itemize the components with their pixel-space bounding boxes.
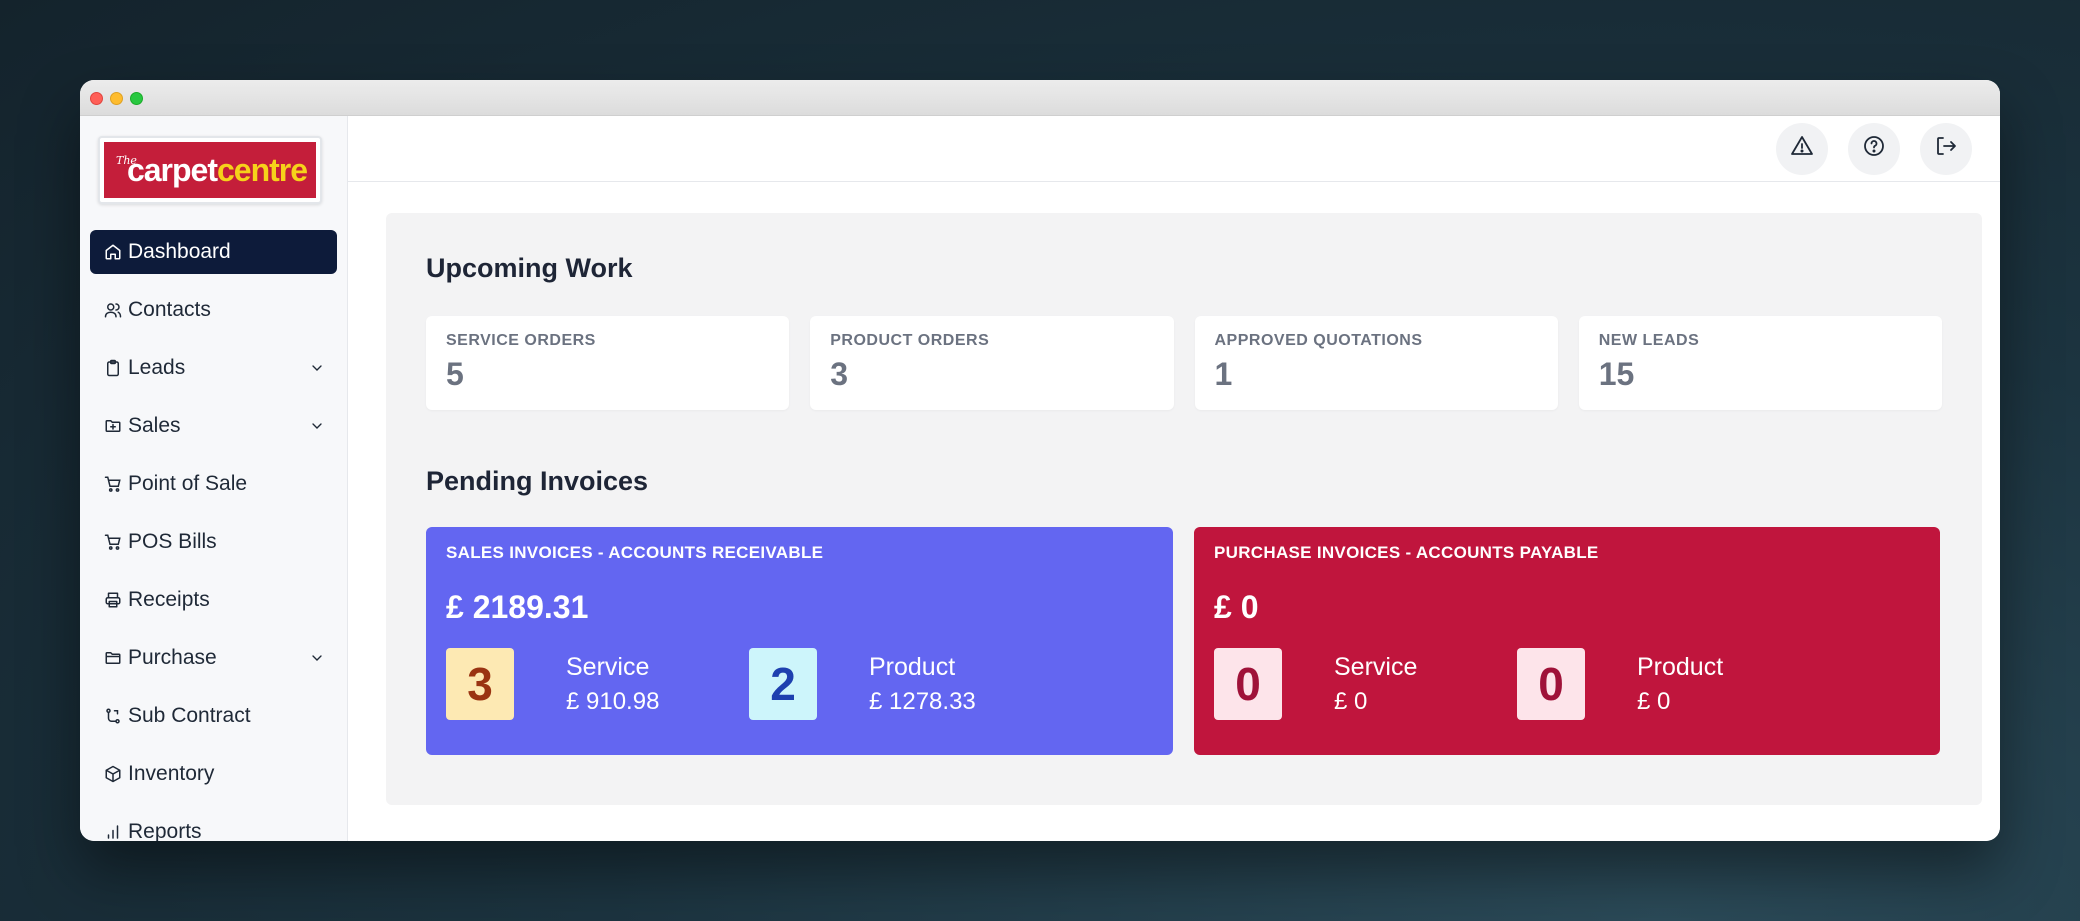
stat-card-service-orders[interactable]: SERVICE ORDERS 5 bbox=[426, 316, 790, 410]
sidebar-item-label: Point of Sale bbox=[128, 472, 248, 495]
home-icon bbox=[102, 241, 124, 263]
purchase-product-count: 0 bbox=[1517, 648, 1585, 720]
pending-invoices-title: Pending Invoices bbox=[426, 466, 649, 496]
stat-value: 3 bbox=[830, 356, 849, 392]
sidebar-item-label: POS Bills bbox=[128, 530, 217, 553]
sales-invoices-card[interactable]: SALES INVOICES - ACCOUNTS RECEIVABLE £ 2… bbox=[426, 527, 1173, 755]
top-bar bbox=[348, 116, 2000, 182]
sidebar-item-label: Inventory bbox=[128, 762, 215, 785]
sales-invoices-total: £ 2189.31 bbox=[446, 589, 589, 625]
stat-value: 15 bbox=[1598, 356, 1635, 392]
alert-button[interactable] bbox=[1776, 122, 1828, 175]
sales-service-label: Service bbox=[566, 652, 650, 681]
logo-centre-text: centre bbox=[217, 151, 308, 188]
sidebar-item-label: Leads bbox=[128, 356, 186, 379]
sales-product-summary[interactable]: 2 Product £ 1278.33 bbox=[749, 648, 1052, 720]
upcoming-stats: SERVICE ORDERS 5 PRODUCT ORDERS 3 APPROV… bbox=[426, 316, 1942, 410]
minimize-window-button[interactable] bbox=[110, 92, 123, 105]
purchase-invoices-card[interactable]: PURCHASE INVOICES - ACCOUNTS PAYABLE £ 0… bbox=[1194, 527, 1940, 755]
sales-service-amount: £ 910.98 bbox=[566, 687, 660, 715]
sales-invoices-title: SALES INVOICES - ACCOUNTS RECEIVABLE bbox=[446, 543, 824, 562]
upcoming-work-title: Upcoming Work bbox=[426, 253, 633, 283]
route-icon bbox=[102, 705, 124, 727]
app-window: The carpetcentre Dashboard Contacts Lead… bbox=[80, 80, 2000, 841]
stat-label: SERVICE ORDERS bbox=[446, 332, 596, 349]
sidebar-item-label: Sub Contract bbox=[128, 704, 251, 727]
sidebar-item-sub-contract[interactable]: Sub Contract bbox=[90, 694, 337, 738]
window-titlebar bbox=[80, 80, 2000, 116]
sidebar-item-dashboard[interactable]: Dashboard bbox=[90, 230, 337, 274]
company-logo[interactable]: The carpetcentre bbox=[98, 136, 322, 204]
folder-plus-icon bbox=[102, 415, 124, 437]
stat-label: APPROVED QUOTATIONS bbox=[1214, 332, 1423, 349]
stat-value: 5 bbox=[446, 356, 464, 392]
stat-label: PRODUCT ORDERS bbox=[830, 332, 990, 349]
sidebar-item-sales[interactable]: Sales bbox=[90, 404, 337, 448]
bar-chart-icon bbox=[102, 821, 124, 841]
chevron-down-icon[interactable] bbox=[309, 650, 325, 666]
logout-button[interactable] bbox=[1920, 122, 1972, 175]
sales-service-summary[interactable]: 3 Service £ 910.98 bbox=[446, 648, 749, 720]
sidebar-item-label: Dashboard bbox=[128, 240, 231, 263]
sidebar-item-inventory[interactable]: Inventory bbox=[90, 752, 337, 796]
sidebar-item-label: Purchase bbox=[128, 646, 217, 669]
sidebar-item-contacts[interactable]: Contacts bbox=[90, 288, 337, 332]
sidebar: The carpetcentre Dashboard Contacts Lead… bbox=[80, 116, 348, 841]
sales-product-amount: £ 1278.33 bbox=[869, 687, 976, 715]
help-circle-icon bbox=[1862, 134, 1886, 163]
folder-icon bbox=[102, 647, 124, 669]
sales-product-count: 2 bbox=[749, 648, 817, 720]
purchase-product-label: Product bbox=[1637, 652, 1724, 681]
sidebar-item-label: Sales bbox=[128, 414, 181, 437]
warning-icon bbox=[1790, 134, 1814, 163]
maximize-window-button[interactable] bbox=[130, 92, 143, 105]
users-icon bbox=[102, 299, 124, 321]
sidebar-nav: Dashboard Contacts Leads Sales Point of … bbox=[90, 230, 337, 841]
sidebar-item-label: Receipts bbox=[128, 588, 210, 611]
box-icon bbox=[102, 763, 124, 785]
sidebar-item-label: Contacts bbox=[128, 298, 211, 321]
help-button[interactable] bbox=[1848, 122, 1900, 175]
dashboard-content: Upcoming Work SERVICE ORDERS 5 PRODUCT O… bbox=[386, 213, 1982, 805]
stat-label: NEW LEADS bbox=[1598, 332, 1700, 349]
chevron-down-icon[interactable] bbox=[309, 418, 325, 434]
purchase-service-label: Service bbox=[1334, 652, 1418, 681]
sidebar-item-receipts[interactable]: Receipts bbox=[90, 578, 337, 622]
stat-card-new-leads[interactable]: NEW LEADS 15 bbox=[1578, 316, 1942, 410]
sales-service-count: 3 bbox=[446, 648, 514, 720]
clipboard-icon bbox=[102, 357, 124, 379]
logo-the-text: The bbox=[116, 154, 137, 167]
sidebar-item-reports[interactable]: Reports bbox=[90, 810, 337, 841]
logo-carpet-text: carpet bbox=[126, 151, 218, 188]
sidebar-item-label: Reports bbox=[128, 820, 202, 841]
stat-card-product-orders[interactable]: PRODUCT ORDERS 3 bbox=[810, 316, 1174, 410]
logout-icon bbox=[1934, 134, 1958, 163]
pending-invoices: SALES INVOICES - ACCOUNTS RECEIVABLE £ 2… bbox=[426, 527, 1942, 755]
printer-icon bbox=[102, 589, 124, 611]
main-area: Upcoming Work SERVICE ORDERS 5 PRODUCT O… bbox=[348, 116, 2000, 841]
sidebar-item-point-of-sale[interactable]: Point of Sale bbox=[90, 462, 337, 506]
stat-card-approved-quotations[interactable]: APPROVED QUOTATIONS 1 bbox=[1194, 316, 1558, 410]
close-window-button[interactable] bbox=[90, 92, 103, 105]
sales-product-label: Product bbox=[869, 652, 956, 681]
purchase-product-summary[interactable]: 0 Product £ 0 bbox=[1517, 648, 1820, 720]
purchase-invoices-total: £ 0 bbox=[1214, 589, 1259, 625]
purchase-invoices-title: PURCHASE INVOICES - ACCOUNTS PAYABLE bbox=[1214, 543, 1599, 562]
sidebar-item-leads[interactable]: Leads bbox=[90, 346, 337, 390]
stat-value: 1 bbox=[1214, 356, 1233, 392]
sidebar-item-purchase[interactable]: Purchase bbox=[90, 636, 337, 680]
purchase-service-amount: £ 0 bbox=[1334, 687, 1368, 715]
purchase-service-count: 0 bbox=[1214, 648, 1282, 720]
cart-icon bbox=[102, 473, 124, 495]
sidebar-item-pos-bills[interactable]: POS Bills bbox=[90, 520, 337, 564]
chevron-down-icon[interactable] bbox=[309, 360, 325, 376]
cart-icon bbox=[102, 531, 124, 553]
purchase-service-summary[interactable]: 0 Service £ 0 bbox=[1214, 648, 1517, 720]
purchase-product-amount: £ 0 bbox=[1637, 687, 1671, 715]
